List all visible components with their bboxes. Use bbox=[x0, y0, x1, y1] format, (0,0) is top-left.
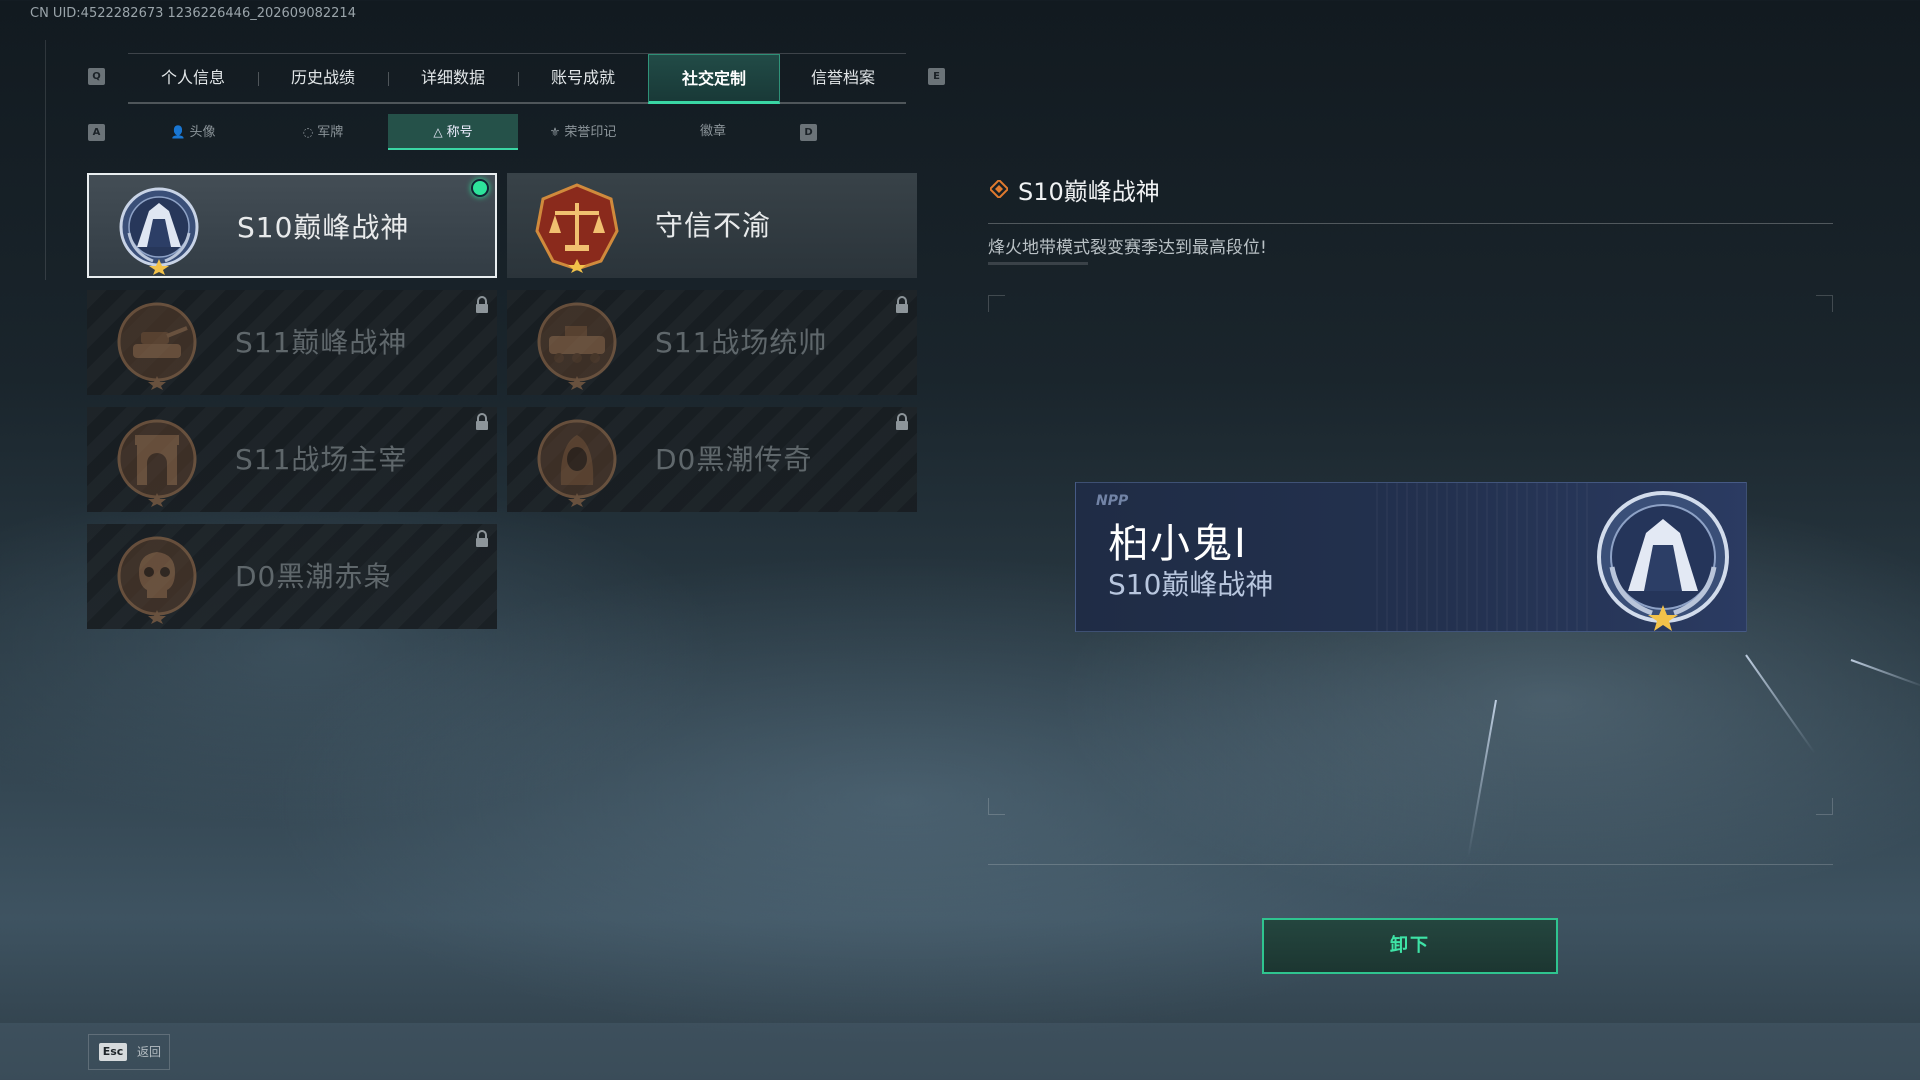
decor-edge-line bbox=[45, 40, 46, 280]
lightning-streak bbox=[1850, 659, 1920, 689]
blue-fortress-emblem-icon bbox=[1597, 491, 1729, 631]
title-card-d0-black-tide-owl[interactable]: D0黑潮赤枭 bbox=[87, 524, 497, 629]
red-scales-emblem-icon bbox=[535, 183, 619, 273]
lock-icon bbox=[896, 413, 908, 430]
back-label: 返回 bbox=[137, 1045, 162, 1059]
selected-title-description: 烽火地带模式裂变赛季达到最高段位! bbox=[988, 238, 1267, 258]
bronze-skull-emblem-icon bbox=[117, 536, 197, 624]
decor-stripes bbox=[1376, 483, 1596, 631]
subtab-dogtag[interactable]: ◌ 军牌 bbox=[258, 114, 388, 150]
diamond-icon bbox=[990, 180, 1008, 198]
lock-icon bbox=[476, 530, 488, 547]
title-card-s11-commander[interactable]: S11战场统帅 bbox=[507, 290, 917, 395]
decor-bar bbox=[988, 262, 1088, 265]
title-name: D0黑潮赤枭 bbox=[235, 560, 393, 593]
unequip-button[interactable]: 卸下 bbox=[1262, 918, 1558, 974]
tab-match-history[interactable]: 历史战绩 bbox=[258, 54, 388, 102]
bronze-hooded-emblem-icon bbox=[537, 419, 617, 507]
main-tab-bar: 个人信息 历史战绩 详细数据 账号成就 社交定制 信誉档案 bbox=[128, 53, 906, 104]
tab-prev-key-hint[interactable]: Q bbox=[88, 68, 105, 85]
footer-bar bbox=[0, 1023, 1920, 1080]
title-name: S11战场统帅 bbox=[655, 326, 828, 359]
tab-detailed-stats[interactable]: 详细数据 bbox=[388, 54, 518, 102]
title-card-d0-black-tide-legend[interactable]: D0黑潮传奇 bbox=[507, 407, 917, 512]
tab-personal-info[interactable]: 个人信息 bbox=[128, 54, 258, 102]
title-card-s10-peak-god[interactable]: S10巅峰战神 bbox=[87, 173, 497, 278]
title-name: S10巅峰战神 bbox=[237, 211, 410, 244]
bronze-tank-emblem-icon bbox=[117, 302, 197, 390]
selected-title-heading: S10巅峰战神 bbox=[1018, 178, 1160, 206]
bronze-arch-emblem-icon bbox=[117, 419, 197, 507]
person-icon: 👤 bbox=[170, 125, 186, 139]
tab-next-key-hint[interactable]: E bbox=[928, 68, 945, 85]
blue-fortress-emblem-icon bbox=[119, 187, 199, 275]
subtab-next-key-hint[interactable]: D bbox=[800, 124, 817, 141]
title-card-s11-dominator[interactable]: S11战场主宰 bbox=[87, 407, 497, 512]
sub-tab-bar: 👤 头像 ◌ 军牌 △ 称号 ⚜ 荣誉印记 徽章 bbox=[128, 114, 778, 150]
name-card-preview: NPP 桕小鬼I S10巅峰战神 bbox=[1075, 482, 1747, 632]
brand-logo: NPP bbox=[1096, 493, 1129, 509]
esc-key-hint: Esc bbox=[99, 1043, 127, 1061]
subtab-title[interactable]: △ 称号 bbox=[388, 114, 518, 150]
lock-icon bbox=[476, 413, 488, 430]
title-card-s11-peak-god[interactable]: S11巅峰战神 bbox=[87, 290, 497, 395]
subtab-honor-mark[interactable]: ⚜ 荣誉印记 bbox=[518, 114, 648, 150]
lock-icon bbox=[476, 296, 488, 313]
title-name: D0黑潮传奇 bbox=[655, 443, 813, 476]
divider bbox=[988, 864, 1833, 865]
equipped-indicator bbox=[471, 179, 489, 197]
honor-mark-icon: ⚜ bbox=[549, 125, 561, 139]
title-name: 守信不渝 bbox=[655, 209, 772, 242]
dogtag-icon: ◌ bbox=[302, 125, 314, 139]
tab-social-custom[interactable]: 社交定制 bbox=[648, 54, 780, 104]
tab-reputation[interactable]: 信誉档案 bbox=[778, 54, 908, 102]
bronze-apc-emblem-icon bbox=[537, 302, 617, 390]
subtab-badge[interactable]: 徽章 bbox=[648, 114, 778, 150]
title-name: S11巅峰战神 bbox=[235, 326, 408, 359]
back-button[interactable]: Esc 返回 bbox=[88, 1034, 170, 1070]
title-icon: △ bbox=[433, 125, 443, 139]
subtab-avatar[interactable]: 👤 头像 bbox=[128, 114, 258, 150]
title-card-keep-faith[interactable]: 守信不渝 bbox=[507, 173, 917, 278]
subtab-prev-key-hint[interactable]: A bbox=[88, 124, 105, 141]
player-name: 桕小鬼I bbox=[1108, 521, 1248, 567]
divider bbox=[988, 223, 1833, 224]
uid-label: CN UID:4522282673 1236226446_20260908221… bbox=[30, 6, 356, 21]
title-name: S11战场主宰 bbox=[235, 443, 408, 476]
equipped-title-text: S10巅峰战神 bbox=[1108, 568, 1274, 601]
lock-icon bbox=[896, 296, 908, 313]
tab-achievements[interactable]: 账号成就 bbox=[518, 54, 648, 102]
